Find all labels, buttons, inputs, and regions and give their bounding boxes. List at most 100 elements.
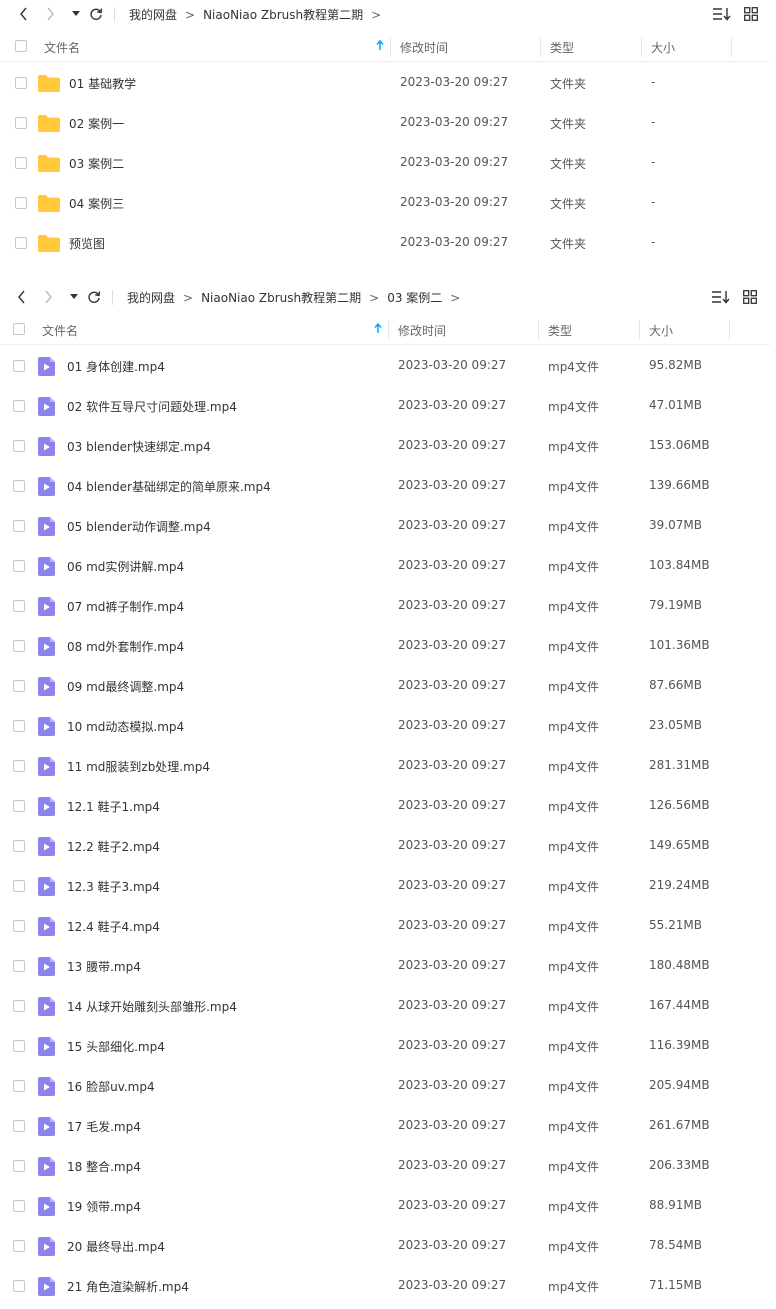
file-name[interactable]: 06 md实例讲解.mp4: [67, 558, 184, 575]
row-checkbox[interactable]: [13, 520, 25, 532]
table-row[interactable]: 08 md外套制作.mp4 2023-03-20 09:27 mp4文件 101.36…: [0, 626, 776, 666]
row-checkbox[interactable]: [13, 480, 25, 492]
row-checkbox[interactable]: [13, 800, 25, 812]
table-row[interactable]: 19 领带.mp4 2023-03-20 09:27 mp4文件 88.91MB: [0, 1186, 776, 1226]
row-checkbox[interactable]: [15, 117, 27, 129]
file-name[interactable]: 15 头部细化.mp4: [67, 1038, 165, 1055]
row-checkbox[interactable]: [13, 1080, 25, 1092]
table-row[interactable]: 01 基础教学 2023-03-20 09:27 文件夹 -: [0, 63, 776, 103]
sort-menu-button[interactable]: [711, 288, 731, 306]
history-dropdown-button[interactable]: [66, 4, 86, 24]
forward-button[interactable]: [38, 287, 58, 307]
file-name[interactable]: 21 角色渲染解析.mp4: [67, 1278, 189, 1295]
row-checkbox[interactable]: [13, 560, 25, 572]
file-name[interactable]: 03 blender快速绑定.mp4: [67, 438, 211, 455]
row-checkbox[interactable]: [13, 1120, 25, 1132]
table-row[interactable]: 15 头部细化.mp4 2023-03-20 09:27 mp4文件 116.39MB: [0, 1026, 776, 1066]
file-name[interactable]: 12.2 鞋子2.mp4: [67, 838, 160, 855]
column-divider[interactable]: [388, 320, 389, 340]
table-row[interactable]: 11 md服装到zb处理.mp4 2023-03-20 09:27 mp4文件 281…: [0, 746, 776, 786]
column-divider[interactable]: [390, 37, 391, 57]
file-name[interactable]: 08 md外套制作.mp4: [67, 638, 184, 655]
file-name[interactable]: 02 案例一: [69, 115, 124, 132]
table-row[interactable]: 06 md实例讲解.mp4 2023-03-20 09:27 mp4文件 103.84…: [0, 546, 776, 586]
table-row[interactable]: 20 最终导出.mp4 2023-03-20 09:27 mp4文件 78.54MB: [0, 1226, 776, 1266]
grid-view-button[interactable]: [740, 288, 760, 306]
file-name[interactable]: 13 腰带.mp4: [67, 958, 141, 975]
file-name[interactable]: 10 md动态模拟.mp4: [67, 718, 184, 735]
table-row[interactable]: 10 md动态模拟.mp4 2023-03-20 09:27 mp4文件 23.05M…: [0, 706, 776, 746]
table-row[interactable]: 13 腰带.mp4 2023-03-20 09:27 mp4文件 180.48MB: [0, 946, 776, 986]
table-row[interactable]: 09 md最终调整.mp4 2023-03-20 09:27 mp4文件 87.66M…: [0, 666, 776, 706]
row-checkbox[interactable]: [15, 77, 27, 89]
file-name[interactable]: 16 脸部uv.mp4: [67, 1078, 155, 1095]
sort-menu-button[interactable]: [712, 5, 732, 23]
column-divider[interactable]: [639, 320, 640, 340]
row-checkbox[interactable]: [13, 360, 25, 372]
file-name[interactable]: 04 案例三: [69, 195, 124, 212]
table-row[interactable]: 05 blender动作调整.mp4 2023-03-20 09:27 mp4文件 3…: [0, 506, 776, 546]
file-name[interactable]: 02 软件互导尺寸问题处理.mp4: [67, 398, 237, 415]
table-row[interactable]: 预览图 2023-03-20 09:27 文件夹 -: [0, 223, 776, 263]
file-name[interactable]: 20 最终导出.mp4: [67, 1238, 165, 1255]
table-row[interactable]: 12.1 鞋子1.mp4 2023-03-20 09:27 mp4文件 126.56M…: [0, 786, 776, 826]
header-size[interactable]: 大小: [649, 322, 673, 339]
table-row[interactable]: 21 角色渲染解析.mp4 2023-03-20 09:27 mp4文件 71.15M…: [0, 1266, 776, 1306]
row-checkbox[interactable]: [13, 760, 25, 772]
file-name[interactable]: 19 领带.mp4: [67, 1198, 141, 1215]
row-checkbox[interactable]: [15, 157, 27, 169]
table-row[interactable]: 17 毛发.mp4 2023-03-20 09:27 mp4文件 261.67MB: [0, 1106, 776, 1146]
file-name[interactable]: 14 从球开始雕刻头部雏形.mp4: [67, 998, 237, 1015]
row-checkbox[interactable]: [13, 1200, 25, 1212]
table-row[interactable]: 01 身体创建.mp4 2023-03-20 09:27 mp4文件 95.82MB: [0, 346, 776, 386]
sort-ascending-icon[interactable]: [374, 323, 382, 334]
header-modified[interactable]: 修改时间: [398, 322, 446, 339]
row-checkbox[interactable]: [13, 720, 25, 732]
row-checkbox[interactable]: [13, 640, 25, 652]
breadcrumb-separator[interactable]: >: [450, 291, 460, 305]
breadcrumb-item-root[interactable]: 我的网盘: [129, 6, 177, 23]
table-row[interactable]: 14 从球开始雕刻头部雏形.mp4 2023-03-20 09:27 mp4文件 16…: [0, 986, 776, 1026]
header-name[interactable]: 文件名: [44, 39, 80, 56]
file-name[interactable]: 12.1 鞋子1.mp4: [67, 798, 160, 815]
table-row[interactable]: 03 案例二 2023-03-20 09:27 文件夹 -: [0, 143, 776, 183]
column-divider[interactable]: [538, 320, 539, 340]
select-all-checkbox[interactable]: [13, 323, 25, 335]
column-divider[interactable]: [641, 37, 642, 57]
file-name[interactable]: 01 基础教学: [69, 75, 136, 92]
row-checkbox[interactable]: [13, 600, 25, 612]
table-row[interactable]: 16 脸部uv.mp4 2023-03-20 09:27 mp4文件 205.94MB: [0, 1066, 776, 1106]
table-row[interactable]: 04 案例三 2023-03-20 09:27 文件夹 -: [0, 183, 776, 223]
header-name[interactable]: 文件名: [42, 322, 78, 339]
file-name[interactable]: 11 md服装到zb处理.mp4: [67, 758, 210, 775]
row-checkbox[interactable]: [15, 237, 27, 249]
table-row[interactable]: 12.2 鞋子2.mp4 2023-03-20 09:27 mp4文件 149.65M…: [0, 826, 776, 866]
row-checkbox[interactable]: [13, 880, 25, 892]
header-size[interactable]: 大小: [651, 39, 675, 56]
row-checkbox[interactable]: [13, 840, 25, 852]
table-row[interactable]: 04 blender基础绑定的简单原来.mp4 2023-03-20 09:27 m…: [0, 466, 776, 506]
table-row[interactable]: 02 软件互导尺寸问题处理.mp4 2023-03-20 09:27 mp4文件 47…: [0, 386, 776, 426]
breadcrumb-separator[interactable]: >: [371, 8, 381, 22]
row-checkbox[interactable]: [13, 1280, 25, 1292]
table-row[interactable]: 03 blender快速绑定.mp4 2023-03-20 09:27 mp4文件 1…: [0, 426, 776, 466]
file-name[interactable]: 预览图: [69, 235, 105, 252]
file-name[interactable]: 12.4 鞋子4.mp4: [67, 918, 160, 935]
file-name[interactable]: 03 案例二: [69, 155, 124, 172]
breadcrumb-item-course[interactable]: NiaoNiao Zbrush教程第二期: [203, 6, 363, 23]
row-checkbox[interactable]: [15, 197, 27, 209]
file-name[interactable]: 12.3 鞋子3.mp4: [67, 878, 160, 895]
table-row[interactable]: 12.3 鞋子3.mp4 2023-03-20 09:27 mp4文件 219.24M…: [0, 866, 776, 906]
refresh-button[interactable]: [84, 287, 104, 307]
file-name[interactable]: 05 blender动作调整.mp4: [67, 518, 211, 535]
row-checkbox[interactable]: [13, 680, 25, 692]
sort-ascending-icon[interactable]: [376, 40, 384, 51]
forward-button[interactable]: [40, 4, 60, 24]
row-checkbox[interactable]: [13, 400, 25, 412]
history-dropdown-button[interactable]: [64, 287, 84, 307]
row-checkbox[interactable]: [13, 1040, 25, 1052]
column-divider[interactable]: [540, 37, 541, 57]
table-row[interactable]: 12.4 鞋子4.mp4 2023-03-20 09:27 mp4文件 55.21MB: [0, 906, 776, 946]
table-row[interactable]: 07 md裤子制作.mp4 2023-03-20 09:27 mp4文件 79.19M…: [0, 586, 776, 626]
back-button[interactable]: [14, 4, 34, 24]
